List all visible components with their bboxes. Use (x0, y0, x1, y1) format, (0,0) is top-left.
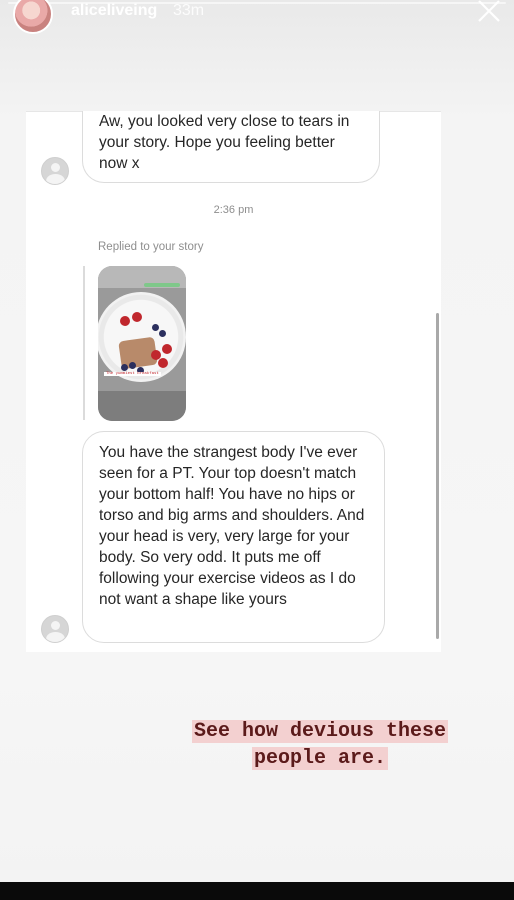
story-header: aliceliveing 33m (0, 0, 514, 36)
message-text: You have the strangest body I've ever se… (99, 444, 365, 608)
raspberry (162, 344, 172, 354)
message-bubble: You have the strangest body I've ever se… (82, 431, 385, 643)
blueberry (121, 364, 128, 371)
thumbnail-strip (144, 283, 180, 287)
raspberry (120, 316, 130, 326)
caption-line-1: See how devious these (191, 720, 449, 743)
sender-avatar (41, 615, 69, 643)
blueberry (159, 330, 166, 337)
blueberry (129, 362, 136, 369)
raspberry (158, 358, 168, 368)
reply-quote-line (83, 266, 85, 420)
blueberry (152, 324, 159, 331)
story-view[interactable]: aliceliveing 33m Aw, you looked very clo… (0, 0, 514, 882)
food-plate-image (98, 292, 186, 382)
caption-line-2: people are. (251, 747, 389, 770)
close-icon[interactable] (474, 0, 504, 26)
scrollbar[interactable] (436, 313, 439, 639)
story-caption: See how devious these people are. (170, 718, 470, 772)
thumbnail-caption: The yummiest breakfast (104, 372, 161, 376)
sender-avatar (41, 157, 69, 185)
username[interactable]: aliceliveing (71, 2, 157, 20)
raspberry (132, 312, 142, 322)
replied-to-story-label: Replied to your story (98, 241, 204, 253)
post-time: 33m (173, 2, 205, 19)
dm-screenshot: Aw, you looked very close to tears in yo… (26, 111, 441, 652)
message-bubble: Aw, you looked very close to tears in yo… (82, 111, 380, 183)
message-text: Aw, you looked very close to tears in yo… (99, 113, 350, 172)
bottom-bar (0, 882, 514, 900)
message-timestamp: 2:36 pm (213, 204, 254, 216)
profile-avatar[interactable] (13, 0, 53, 34)
thumbnail-bottom (98, 391, 186, 421)
story-thumbnail[interactable]: The yummiest breakfast (98, 266, 186, 421)
